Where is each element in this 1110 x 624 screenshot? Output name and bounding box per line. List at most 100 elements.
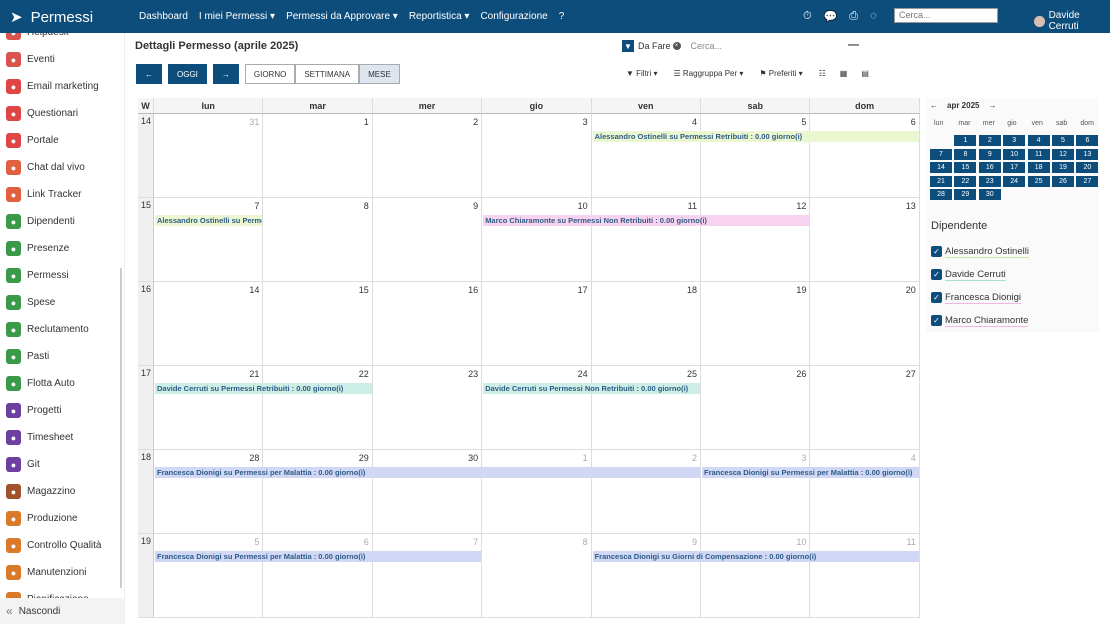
- mini-day[interactable]: 23: [978, 175, 1001, 187]
- day-cell[interactable]: 19: [701, 282, 811, 366]
- day-cell[interactable]: 16: [372, 282, 483, 366]
- sidebar-item-timesheet[interactable]: ● Timesheet: [0, 424, 124, 451]
- menu-dashboard[interactable]: Dashboard: [139, 11, 188, 22]
- view-month-button[interactable]: MESE: [359, 64, 400, 84]
- minimize-icon[interactable]: —: [848, 39, 859, 51]
- mini-day[interactable]: 3: [1003, 135, 1026, 146]
- menu-reports[interactable]: Reportistica ▾: [409, 11, 470, 22]
- mini-day[interactable]: 13: [1076, 148, 1099, 160]
- day-cell[interactable]: 9: [372, 198, 483, 282]
- calendar-event[interactable]: Francesca Dionigi su Giorni di Compensaz…: [592, 551, 919, 562]
- global-search-input[interactable]: Cerca...: [894, 8, 998, 23]
- day-cell[interactable]: 22: [263, 366, 373, 450]
- checkbox-checked-icon[interactable]: ✓: [931, 269, 942, 280]
- sidebar-item-controllo-qualit-[interactable]: ● Controllo Qualità: [0, 532, 124, 559]
- mini-day[interactable]: 19: [1052, 162, 1074, 174]
- mini-day[interactable]: 16: [978, 162, 1001, 174]
- calendar-event[interactable]: Francesca Dionigi su Permessi per Malatt…: [155, 467, 700, 478]
- day-cell[interactable]: 7: [372, 534, 483, 618]
- calendar-event[interactable]: Alessandro Ostinelli su Permessi Retribu…: [155, 215, 263, 226]
- calendar-event[interactable]: Francesca Dionigi su Permessi per Malatt…: [155, 551, 482, 562]
- search-input[interactable]: Cerca...: [691, 41, 723, 51]
- sidebar-item-flotta-auto[interactable]: ● Flotta Auto: [0, 370, 124, 397]
- day-cell[interactable]: 1: [263, 114, 373, 198]
- day-cell[interactable]: 12: [701, 198, 811, 282]
- mini-day[interactable]: 6: [1076, 135, 1099, 146]
- day-cell[interactable]: 26: [701, 366, 811, 450]
- mini-day[interactable]: 8: [954, 148, 977, 160]
- user-menu[interactable]: Davide Cerruti: [1034, 10, 1110, 32]
- mini-day[interactable]: 10: [1003, 148, 1026, 160]
- day-cell[interactable]: 15: [263, 282, 373, 366]
- day-cell[interactable]: 3: [482, 114, 592, 198]
- mini-day[interactable]: 29: [954, 189, 977, 201]
- mini-next-button[interactable]: →: [988, 101, 996, 110]
- sidebar-item-spese[interactable]: ● Spese: [0, 289, 124, 316]
- day-cell[interactable]: 18: [591, 282, 701, 366]
- sidebar-item-eventi[interactable]: ● Eventi: [0, 46, 124, 73]
- mini-day[interactable]: 20: [1076, 162, 1099, 174]
- sidebar-item-reclutamento[interactable]: ● Reclutamento: [0, 316, 124, 343]
- day-cell[interactable]: 21: [154, 366, 264, 450]
- checkbox-checked-icon[interactable]: ✓: [931, 246, 942, 257]
- mini-day[interactable]: 18: [1027, 162, 1050, 174]
- calendar-event[interactable]: Francesca Dionigi su Permessi per Malatt…: [702, 467, 919, 478]
- facet-chip[interactable]: Da Fare ×: [638, 41, 681, 51]
- day-cell[interactable]: 28: [154, 450, 264, 534]
- menu-configuration[interactable]: Configurazione: [480, 11, 547, 22]
- day-cell[interactable]: 1: [482, 450, 592, 534]
- mini-day[interactable]: 4: [1027, 135, 1050, 146]
- print-icon[interactable]: ⎙: [849, 10, 858, 23]
- mini-day[interactable]: 30: [978, 189, 1001, 201]
- day-cell[interactable]: 3: [701, 450, 811, 534]
- mini-prev-button[interactable]: ←: [930, 101, 938, 110]
- mini-day[interactable]: 7: [930, 148, 952, 160]
- sidebar-scrollbar[interactable]: [120, 268, 122, 588]
- mini-day[interactable]: 22: [954, 175, 977, 187]
- checkbox-checked-icon[interactable]: ✓: [931, 292, 942, 303]
- sidebar-item-permessi[interactable]: ● Permessi: [0, 262, 124, 289]
- mini-day[interactable]: 12: [1052, 148, 1074, 160]
- app-brand[interactable]: ➤ Permessi: [10, 8, 93, 27]
- day-cell[interactable]: 30: [372, 450, 483, 534]
- sidebar-item-link-tracker[interactable]: ● Link Tracker: [0, 181, 124, 208]
- sidebar-item-presenze[interactable]: ● Presenze: [0, 235, 124, 262]
- employee-filter-item[interactable]: ✓ Francesca Dionigi: [926, 286, 1099, 309]
- mini-day[interactable]: 9: [978, 148, 1001, 160]
- mini-day[interactable]: 21: [930, 175, 952, 187]
- checkbox-checked-icon[interactable]: ✓: [931, 315, 942, 326]
- sidebar-item-questionari[interactable]: ● Questionari: [0, 100, 124, 127]
- mini-day[interactable]: 1: [954, 135, 977, 146]
- mini-day[interactable]: 5: [1052, 135, 1074, 146]
- sidebar-item-magazzino[interactable]: ● Magazzino: [0, 478, 124, 505]
- sidebar-item-manutenzioni[interactable]: ● Manutenzioni: [0, 559, 124, 586]
- day-cell[interactable]: 24: [482, 366, 592, 450]
- mini-day[interactable]: 15: [954, 162, 977, 174]
- employee-filter-item[interactable]: ✓ Alessandro Ostinelli: [926, 240, 1099, 263]
- day-cell[interactable]: 8: [263, 198, 373, 282]
- sidebar-item-helpdesk[interactable]: ● Helpdesk: [0, 33, 124, 46]
- day-cell[interactable]: 20: [810, 282, 920, 366]
- day-cell[interactable]: 11: [591, 198, 701, 282]
- sidebar-item-email-marketing[interactable]: ● Email marketing: [0, 73, 124, 100]
- prev-button[interactable]: ←: [136, 64, 162, 84]
- list-view-icon[interactable]: ☷: [819, 69, 826, 78]
- mini-day[interactable]: 28: [930, 189, 952, 201]
- group-by-button[interactable]: ☰ Raggruppa Per ▾: [673, 69, 743, 78]
- day-cell[interactable]: 8: [482, 534, 592, 618]
- day-cell[interactable]: 7: [154, 198, 264, 282]
- day-cell[interactable]: 29: [263, 450, 373, 534]
- day-cell[interactable]: 2: [591, 450, 701, 534]
- menu-help[interactable]: ?: [559, 11, 565, 22]
- day-cell[interactable]: 10: [482, 198, 592, 282]
- sidebar-item-produzione[interactable]: ● Produzione: [0, 505, 124, 532]
- kanban-view-icon[interactable]: ▦: [840, 69, 848, 78]
- day-cell[interactable]: 4: [591, 114, 701, 198]
- view-week-button[interactable]: SETTIMANA: [295, 64, 360, 84]
- day-cell[interactable]: 5: [701, 114, 811, 198]
- day-cell[interactable]: 17: [482, 282, 592, 366]
- menu-to-approve[interactable]: Permessi da Approvare ▾: [286, 11, 398, 22]
- mini-day[interactable]: 25: [1027, 175, 1050, 187]
- day-cell[interactable]: 10: [701, 534, 811, 618]
- day-cell[interactable]: 13: [810, 198, 920, 282]
